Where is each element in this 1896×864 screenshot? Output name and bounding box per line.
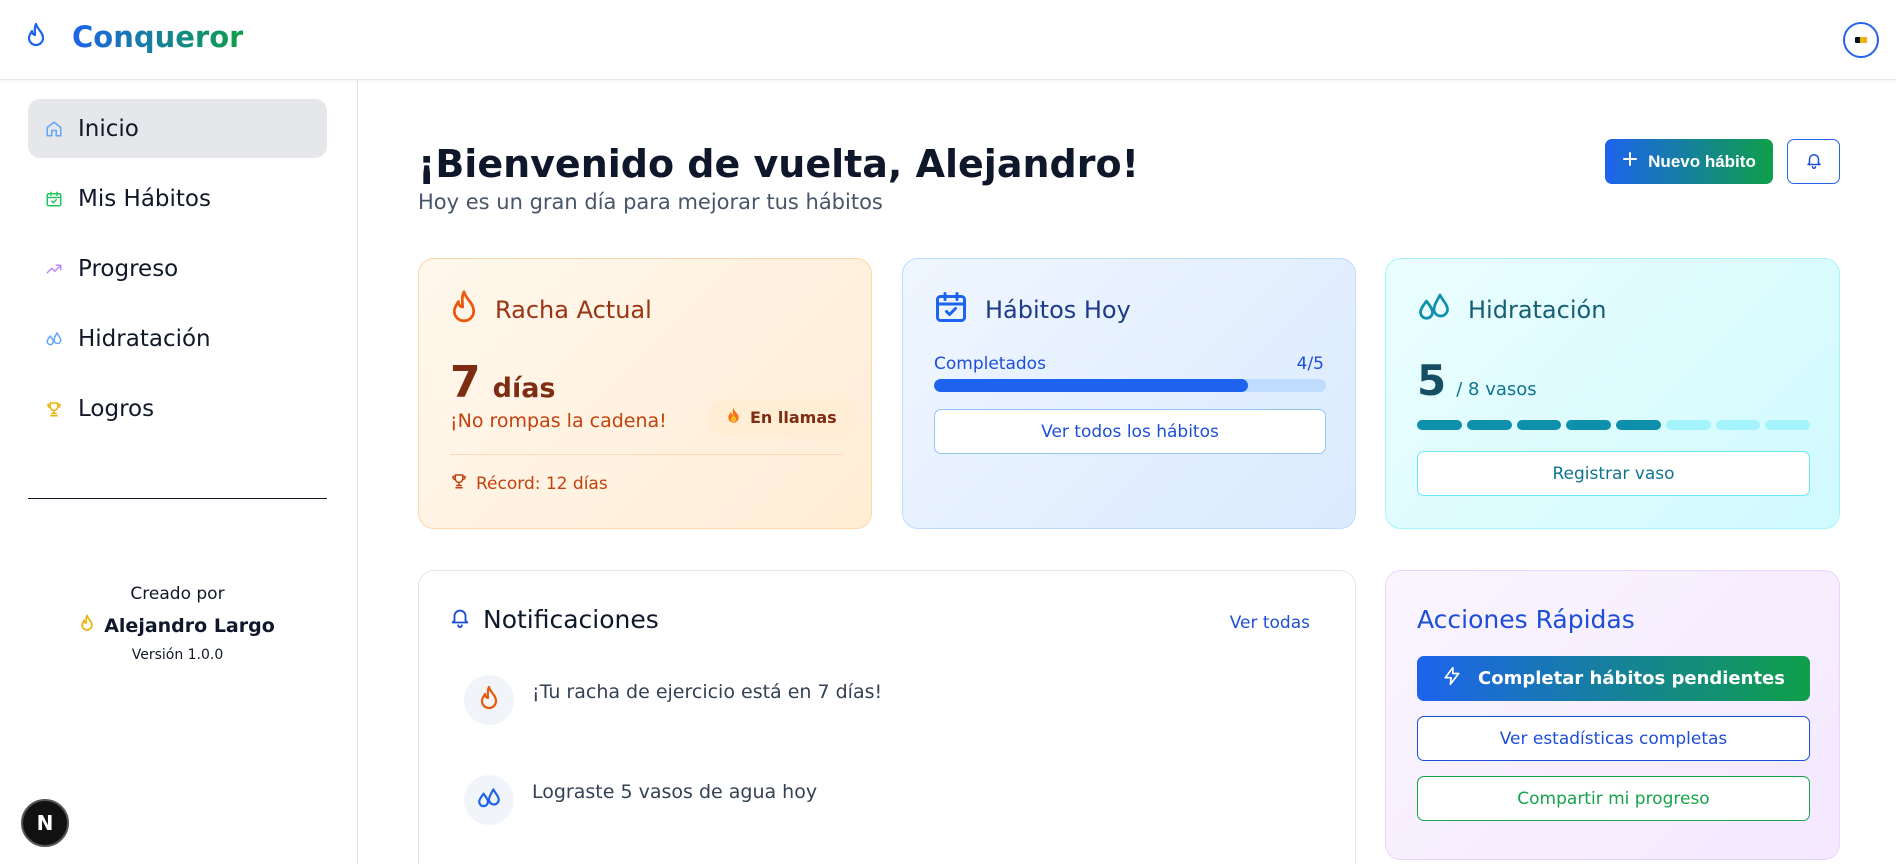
hydration-segment	[1466, 420, 1512, 430]
trending-up-icon	[44, 259, 64, 279]
view-stats-button[interactable]: Ver estadísticas completas	[1417, 716, 1810, 761]
hydration-segment	[1516, 420, 1562, 430]
hydration-segment	[1765, 420, 1810, 430]
view-all-habits-button[interactable]: Ver todos los hábitos	[934, 409, 1326, 454]
new-habit-label: Nuevo hábito	[1648, 151, 1756, 171]
quick-actions-title: Acciones Rápidas	[1417, 605, 1635, 634]
notification-text: Lograste 5 vasos de agua hoy	[532, 781, 818, 803]
habits-title: Hábitos Hoy	[985, 296, 1131, 324]
glasses-goal: / 8 vasos	[1456, 379, 1537, 400]
flame-icon	[479, 685, 499, 716]
trophy-icon	[44, 399, 64, 419]
trophy-icon	[450, 472, 468, 495]
credits-created-by: Creado por	[130, 584, 225, 604]
avatar-image	[1855, 37, 1867, 43]
home-icon	[44, 119, 64, 139]
sidebar-divider	[28, 498, 327, 499]
streak-message: ¡No rompas la cadena!	[450, 410, 667, 432]
sidebar-item-mis-habitos[interactable]: Mis Hábitos	[28, 169, 327, 228]
flame-icon	[80, 614, 94, 637]
streak-number: 7	[450, 357, 481, 408]
main-content: ¡Bienvenido de vuelta, Alejandro! Hoy es…	[358, 80, 1896, 864]
progress-bar	[934, 379, 1326, 392]
streak-value: 7 días	[450, 357, 556, 408]
brand-name: Conqueror	[72, 20, 244, 54]
brand[interactable]: Conqueror	[26, 20, 243, 54]
sidebar: Inicio Mis Hábitos Progreso Hidratación …	[0, 80, 358, 864]
hydration-card-title: Hidratación	[1416, 289, 1606, 331]
progress-label: Completados	[934, 354, 1046, 374]
status-badge: En llamas	[707, 399, 857, 436]
complete-pending-label: Completar hábitos pendientes	[1478, 668, 1785, 689]
streak-record: Récord: 12 días	[450, 472, 608, 495]
sidebar-item-label: Inicio	[78, 115, 139, 142]
bell-icon	[1805, 151, 1823, 173]
share-progress-button[interactable]: Compartir mi progreso	[1417, 776, 1810, 821]
hydration-segment	[1665, 420, 1711, 430]
sidebar-item-label: Progreso	[78, 255, 179, 282]
habits-today-card: Hábitos Hoy Completados 4/5 Ver todos lo…	[902, 258, 1356, 529]
streak-title: Racha Actual	[495, 296, 652, 324]
plus-icon	[1622, 151, 1638, 172]
status-badge-label: En llamas	[750, 408, 837, 427]
user-avatar[interactable]	[1843, 22, 1879, 58]
see-all-link[interactable]: Ver todas	[1230, 613, 1310, 633]
flame-icon	[449, 289, 479, 331]
sidebar-item-progreso[interactable]: Progreso	[28, 239, 327, 298]
author-name: Alejandro Largo	[104, 614, 275, 637]
register-glass-button[interactable]: Registrar vaso	[1417, 451, 1810, 496]
sidebar-item-inicio[interactable]: Inicio	[28, 99, 327, 158]
notification-icon-bubble	[464, 675, 514, 725]
streak-unit: días	[492, 373, 556, 404]
credits-author: Alejandro Largo	[28, 614, 327, 637]
credits: Creado por Alejandro Largo Versión 1.0.0	[28, 584, 327, 663]
droplets-icon	[1416, 289, 1452, 331]
new-habit-button[interactable]: Nuevo hábito	[1605, 139, 1773, 184]
sidebar-item-label: Logros	[78, 395, 155, 422]
next-dev-badge[interactable]: N	[21, 799, 69, 847]
progress-count: 4/5	[1296, 354, 1324, 374]
sidebar-item-label: Hidratación	[78, 325, 211, 352]
hydration-segment	[1616, 420, 1661, 430]
record-label: Récord: 12 días	[476, 473, 608, 494]
flame-logo-icon	[26, 22, 46, 52]
habits-card-title: Hábitos Hoy	[933, 289, 1131, 331]
glasses-count: 5	[1417, 356, 1447, 405]
zap-icon	[1442, 666, 1462, 691]
droplets-icon	[476, 785, 502, 816]
hydration-segment	[1417, 420, 1462, 430]
notification-icon-bubble	[464, 775, 514, 825]
sidebar-item-label: Mis Hábitos	[78, 185, 211, 212]
notification-item[interactable]: Lograste 5 vasos de agua hoy	[464, 775, 817, 825]
page-title: ¡Bienvenido de vuelta, Alejandro!	[418, 142, 1139, 186]
hydration-bars	[1417, 420, 1810, 430]
notifications-button[interactable]	[1787, 139, 1840, 184]
bell-icon	[449, 605, 471, 634]
notifications-card: Notificaciones Ver todas ¡Tu racha de ej…	[418, 570, 1356, 864]
complete-pending-button[interactable]: Completar hábitos pendientes	[1417, 656, 1810, 701]
page-subtitle: Hoy es un gran día para mejorar tus hábi…	[418, 190, 883, 214]
hydration-card: Hidratación 5 / 8 vasos Registrar vaso	[1385, 258, 1840, 529]
streak-divider	[450, 454, 843, 455]
hydration-segment	[1566, 420, 1611, 430]
hydration-title: Hidratación	[1468, 296, 1607, 324]
top-bar: Conqueror	[0, 0, 1896, 80]
notification-item[interactable]: ¡Tu racha de ejercicio está en 7 días!	[464, 675, 882, 725]
notification-text: ¡Tu racha de ejercicio está en 7 días!	[532, 681, 883, 703]
quick-actions-card: Acciones Rápidas Completar hábitos pendi…	[1385, 570, 1840, 860]
sidebar-item-logros[interactable]: Logros	[28, 379, 327, 438]
progress-bar-fill	[934, 379, 1248, 392]
fire-icon	[727, 407, 740, 428]
streak-card: Racha Actual 7 días ¡No rompas la cadena…	[418, 258, 872, 529]
notifications-card-title: Notificaciones	[449, 605, 659, 634]
notifications-title: Notificaciones	[483, 605, 659, 634]
droplets-icon	[44, 329, 64, 349]
calendar-check-icon	[44, 189, 64, 209]
hydration-value: 5 / 8 vasos	[1417, 356, 1537, 405]
calendar-check-icon	[933, 289, 969, 331]
hydration-segment	[1715, 420, 1761, 430]
sidebar-item-hidratacion[interactable]: Hidratación	[28, 309, 327, 368]
app-version: Versión 1.0.0	[131, 647, 224, 663]
streak-card-title: Racha Actual	[449, 289, 652, 331]
